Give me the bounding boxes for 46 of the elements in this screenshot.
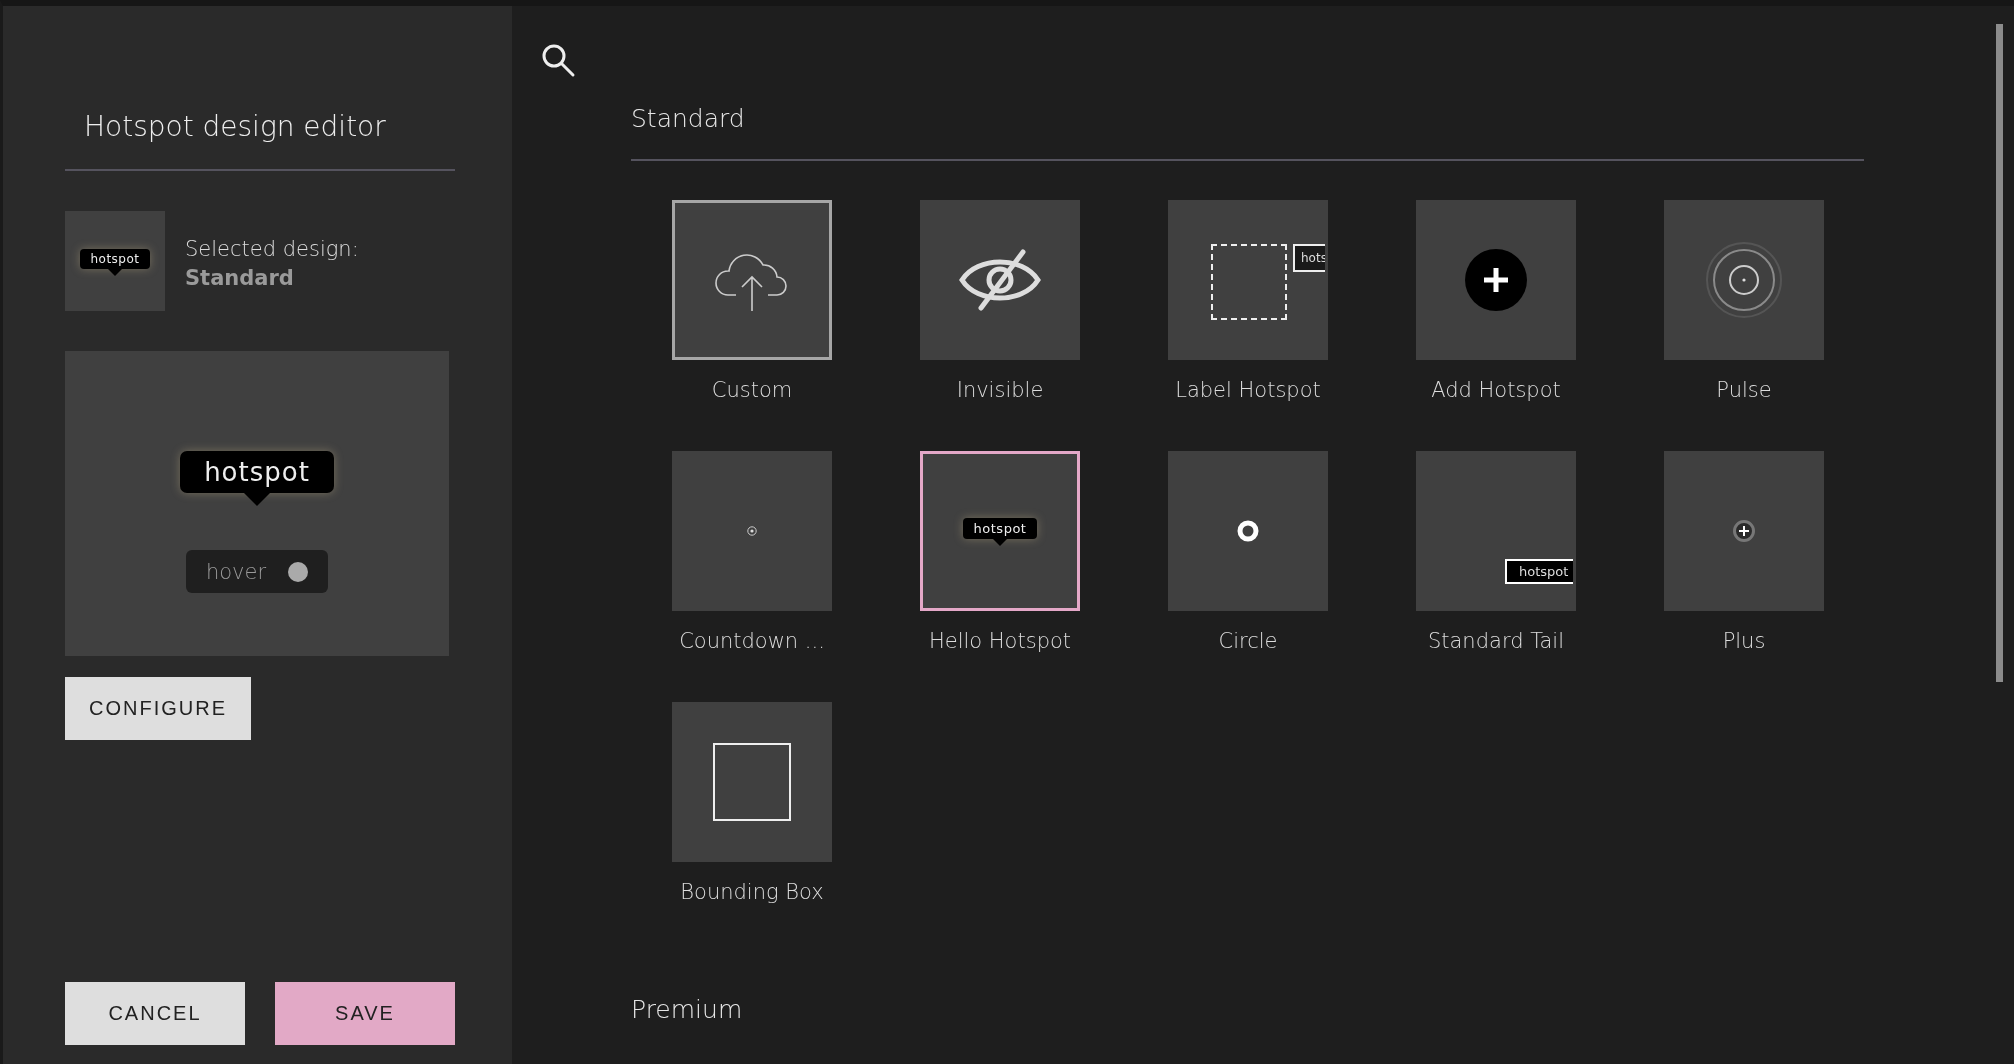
tile-label: Hello Hotspot	[928, 629, 1072, 653]
tile-label: Countdown ...	[679, 629, 825, 653]
tile-label: Invisible	[956, 378, 1044, 402]
selected-design-label: Selected design:	[185, 236, 359, 263]
section-heading: Standard	[631, 103, 746, 135]
toggle-label: hover	[205, 559, 267, 584]
configure-button[interactable]: CONFIGURE	[65, 677, 251, 740]
design-tile[interactable]	[1664, 451, 1824, 611]
panel-title: Hotspot design editor	[84, 109, 387, 145]
design-tile[interactable]	[1416, 200, 1576, 360]
cancel-button[interactable]: CANCEL	[65, 982, 245, 1045]
tile-label: Bounding Box	[680, 880, 824, 904]
dashed-square-icon	[1211, 244, 1287, 320]
hotspot-tooltip: hotspot	[166, 439, 348, 516]
ring-icon	[1237, 520, 1259, 542]
square-icon	[713, 743, 791, 821]
tile-label: Custom	[711, 378, 793, 402]
tile-label: Circle	[1218, 629, 1278, 653]
tile-label: Pulse	[1716, 378, 1772, 402]
hotspot-tooltip: hotspot	[948, 506, 1052, 556]
design-tile[interactable]: hotspot	[1416, 451, 1576, 611]
tile-label: Plus	[1722, 629, 1766, 653]
eye-slash-icon	[959, 248, 1041, 312]
selected-design-name: Standard	[185, 266, 295, 290]
design-tile[interactable]	[920, 200, 1080, 360]
dot-icon	[747, 526, 757, 536]
hotspot-tooltip: hotspot	[66, 236, 164, 286]
design-tile[interactable]	[672, 702, 832, 862]
design-tile[interactable]: hotspot	[920, 451, 1080, 611]
design-tile[interactable]	[1168, 451, 1328, 611]
plus-circle-icon	[1733, 520, 1755, 542]
hover-toggle[interactable]: hover	[185, 550, 329, 593]
tile-label: Add Hotspot	[1431, 378, 1561, 402]
scrollbar[interactable]	[1996, 24, 2003, 682]
search-icon[interactable]	[540, 42, 576, 78]
hotspot-tag: hotspot	[1505, 559, 1573, 584]
design-tile[interactable]	[672, 451, 832, 611]
toggle-knob[interactable]	[288, 561, 309, 582]
plus-circle-icon	[1465, 249, 1527, 311]
tile-label: Label Hotspot	[1175, 378, 1321, 402]
design-tile[interactable]	[672, 200, 832, 360]
save-button[interactable]: SAVE	[275, 982, 455, 1045]
design-tile[interactable]	[1664, 200, 1824, 360]
concentric-circles-icon	[1705, 241, 1783, 319]
tile-label: Standard Tail	[1427, 629, 1565, 653]
section-heading: Premium	[631, 994, 744, 1026]
